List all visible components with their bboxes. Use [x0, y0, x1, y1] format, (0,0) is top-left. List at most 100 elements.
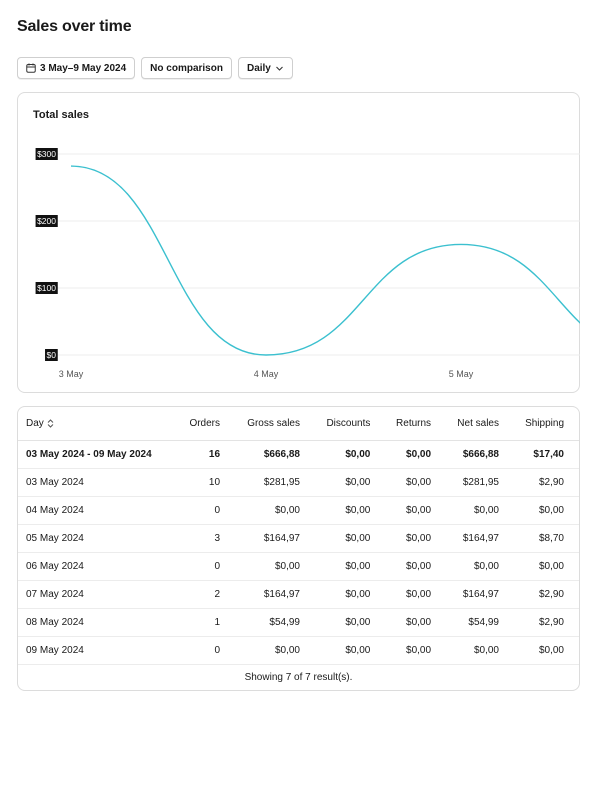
- day-cell: 05 May 2024: [18, 524, 180, 553]
- shipping-cell: $8,70: [513, 524, 579, 553]
- table-row: 07 May 2024 2 $164,97 $0,00 $0,00 $164,97 $2,9…: [18, 580, 579, 609]
- day-cell: 04 May 2024: [18, 496, 180, 525]
- net-sales-cell: $54,99: [446, 608, 514, 637]
- table-row: 06 May 2024 0 $0,00 $0,00 $0,00 $0,00 $0,00: [18, 552, 579, 581]
- svg-text:$100: $100: [37, 283, 56, 293]
- discounts-cell: $0,00: [315, 552, 386, 581]
- gross-sales-cell: $0,00: [235, 496, 315, 525]
- table-row: 05 May 2024 3 $164,97 $0,00 $0,00 $164,97 $8,7…: [18, 524, 579, 553]
- gross-sales-cell: $54,99: [235, 608, 315, 637]
- svg-text:$0: $0: [47, 350, 57, 360]
- total-shipping-cell: $17,40: [513, 440, 579, 469]
- returns-cell: $0,00: [385, 468, 447, 497]
- total-sales-chart-card: Total sales $300 $200 $100 $0 3 May 4 May 5 Ma…: [17, 92, 580, 393]
- date-range-label: 3 May–9 May 2024: [40, 62, 127, 74]
- gross-sales-cell: $0,00: [235, 636, 315, 665]
- granularity-label: Daily: [246, 62, 271, 74]
- gross-sales-cell: $164,97: [235, 580, 315, 609]
- day-cell: 03 May 2024: [18, 468, 180, 497]
- column-header-net-sales: Net sales: [446, 407, 514, 441]
- orders-cell: 2: [179, 580, 236, 609]
- discounts-cell: $0,00: [315, 468, 386, 497]
- discounts-cell: $0,00: [315, 608, 386, 637]
- y-tick-label: $300: [35, 148, 58, 160]
- orders-cell: 10: [179, 468, 236, 497]
- table-row: 03 May 2024 10 $281,95 $0,00 $0,00 $281,95 $2,…: [18, 468, 579, 497]
- column-header-shipping: Shipping: [513, 407, 579, 441]
- x-tick-label: 4 May: [254, 369, 279, 379]
- gross-sales-cell: $0,00: [235, 552, 315, 581]
- shipping-cell: $2,90: [513, 468, 579, 497]
- date-range-button[interactable]: 3 May–9 May 2024: [17, 57, 136, 79]
- x-tick-label: 5 May: [449, 369, 474, 379]
- orders-cell: 3: [179, 524, 236, 553]
- net-sales-cell: $0,00: [446, 552, 514, 581]
- svg-text:$300: $300: [37, 149, 56, 159]
- column-header-orders: Orders: [179, 407, 236, 441]
- column-header-day[interactable]: Day: [18, 407, 180, 441]
- y-tick-label: $200: [35, 215, 58, 227]
- day-cell: 07 May 2024: [18, 580, 180, 609]
- day-cell: 06 May 2024: [18, 552, 180, 581]
- sales-table: Day Orders Gross sales Discounts Returns…: [18, 407, 579, 665]
- net-sales-cell: $0,00: [446, 496, 514, 525]
- returns-cell: $0,00: [385, 552, 447, 581]
- sort-icon[interactable]: [47, 418, 54, 428]
- table-row: 09 May 2024 0 $0,00 $0,00 $0,00 $0,00 $0,00: [18, 636, 579, 665]
- filter-bar: 3 May–9 May 2024 No comparison Daily: [17, 57, 293, 79]
- total-net-sales-cell: $666,88: [446, 440, 514, 469]
- returns-cell: $0,00: [385, 496, 447, 525]
- comparison-label: No comparison: [150, 62, 223, 74]
- y-tick-label: $0: [45, 349, 58, 361]
- total-day-cell: 03 May 2024 - 09 May 2024: [18, 440, 180, 469]
- discounts-cell: $0,00: [315, 524, 386, 553]
- comparison-button[interactable]: No comparison: [141, 57, 232, 79]
- calendar-icon: [26, 63, 36, 73]
- total-sales-chart: $300 $200 $100 $03 May 4 May 5 May: [35, 148, 580, 379]
- svg-text:$200: $200: [37, 216, 56, 226]
- y-tick-label: $100: [35, 282, 58, 294]
- net-sales-cell: $164,97: [446, 524, 514, 553]
- orders-cell: 0: [179, 496, 236, 525]
- net-sales-cell: $164,97: [446, 580, 514, 609]
- orders-cell: 1: [179, 608, 236, 637]
- discounts-cell: $0,00: [315, 496, 386, 525]
- x-tick-label: 3 May: [59, 369, 84, 379]
- table-row: 04 May 2024 0 $0,00 $0,00 $0,00 $0,00 $0,00: [18, 496, 579, 525]
- shipping-cell: $0,00: [513, 496, 579, 525]
- page-title: Sales over time: [17, 18, 132, 35]
- table-total-row: 03 May 2024 - 09 May 2024 16 $666,88 $0,…: [18, 440, 579, 469]
- chevron-down-icon: [275, 66, 283, 71]
- returns-cell: $0,00: [385, 524, 447, 553]
- total-discounts-cell: $0,00: [315, 440, 386, 469]
- shipping-cell: $0,00: [513, 636, 579, 665]
- day-cell: 09 May 2024: [18, 636, 180, 665]
- net-sales-cell: $0,00: [446, 636, 514, 665]
- shipping-cell: $0,00: [513, 552, 579, 581]
- gross-sales-cell: $281,95: [235, 468, 315, 497]
- net-sales-cell: $281,95: [446, 468, 514, 497]
- returns-cell: $0,00: [385, 580, 447, 609]
- table-header-row: Day Orders Gross sales Discounts Returns…: [18, 407, 579, 441]
- column-header-discounts: Discounts: [315, 407, 386, 441]
- orders-cell: 0: [179, 636, 236, 665]
- sales-table-card: Day Orders Gross sales Discounts Returns…: [17, 406, 580, 691]
- table-row: 08 May 2024 1 $54,99 $0,00 $0,00 $54,99 $2,90: [18, 608, 579, 637]
- granularity-dropdown[interactable]: Daily: [237, 57, 293, 79]
- total-orders-cell: 16: [179, 440, 236, 469]
- returns-cell: $0,00: [385, 608, 447, 637]
- orders-cell: 0: [179, 552, 236, 581]
- column-header-returns: Returns: [385, 407, 447, 441]
- discounts-cell: $0,00: [315, 636, 386, 665]
- column-header-gross-sales: Gross sales: [235, 407, 315, 441]
- total-sales-line: [70, 165, 580, 356]
- returns-cell: $0,00: [385, 636, 447, 665]
- day-cell: 08 May 2024: [18, 608, 180, 637]
- total-returns-cell: $0,00: [385, 440, 447, 469]
- total-gross-sales-cell: $666,88: [235, 440, 315, 469]
- discounts-cell: $0,00: [315, 580, 386, 609]
- table-footer: Showing 7 of 7 result(s).: [244, 671, 353, 683]
- shipping-cell: $2,90: [513, 580, 579, 609]
- shipping-cell: $2,90: [513, 608, 579, 637]
- gross-sales-cell: $164,97: [235, 524, 315, 553]
